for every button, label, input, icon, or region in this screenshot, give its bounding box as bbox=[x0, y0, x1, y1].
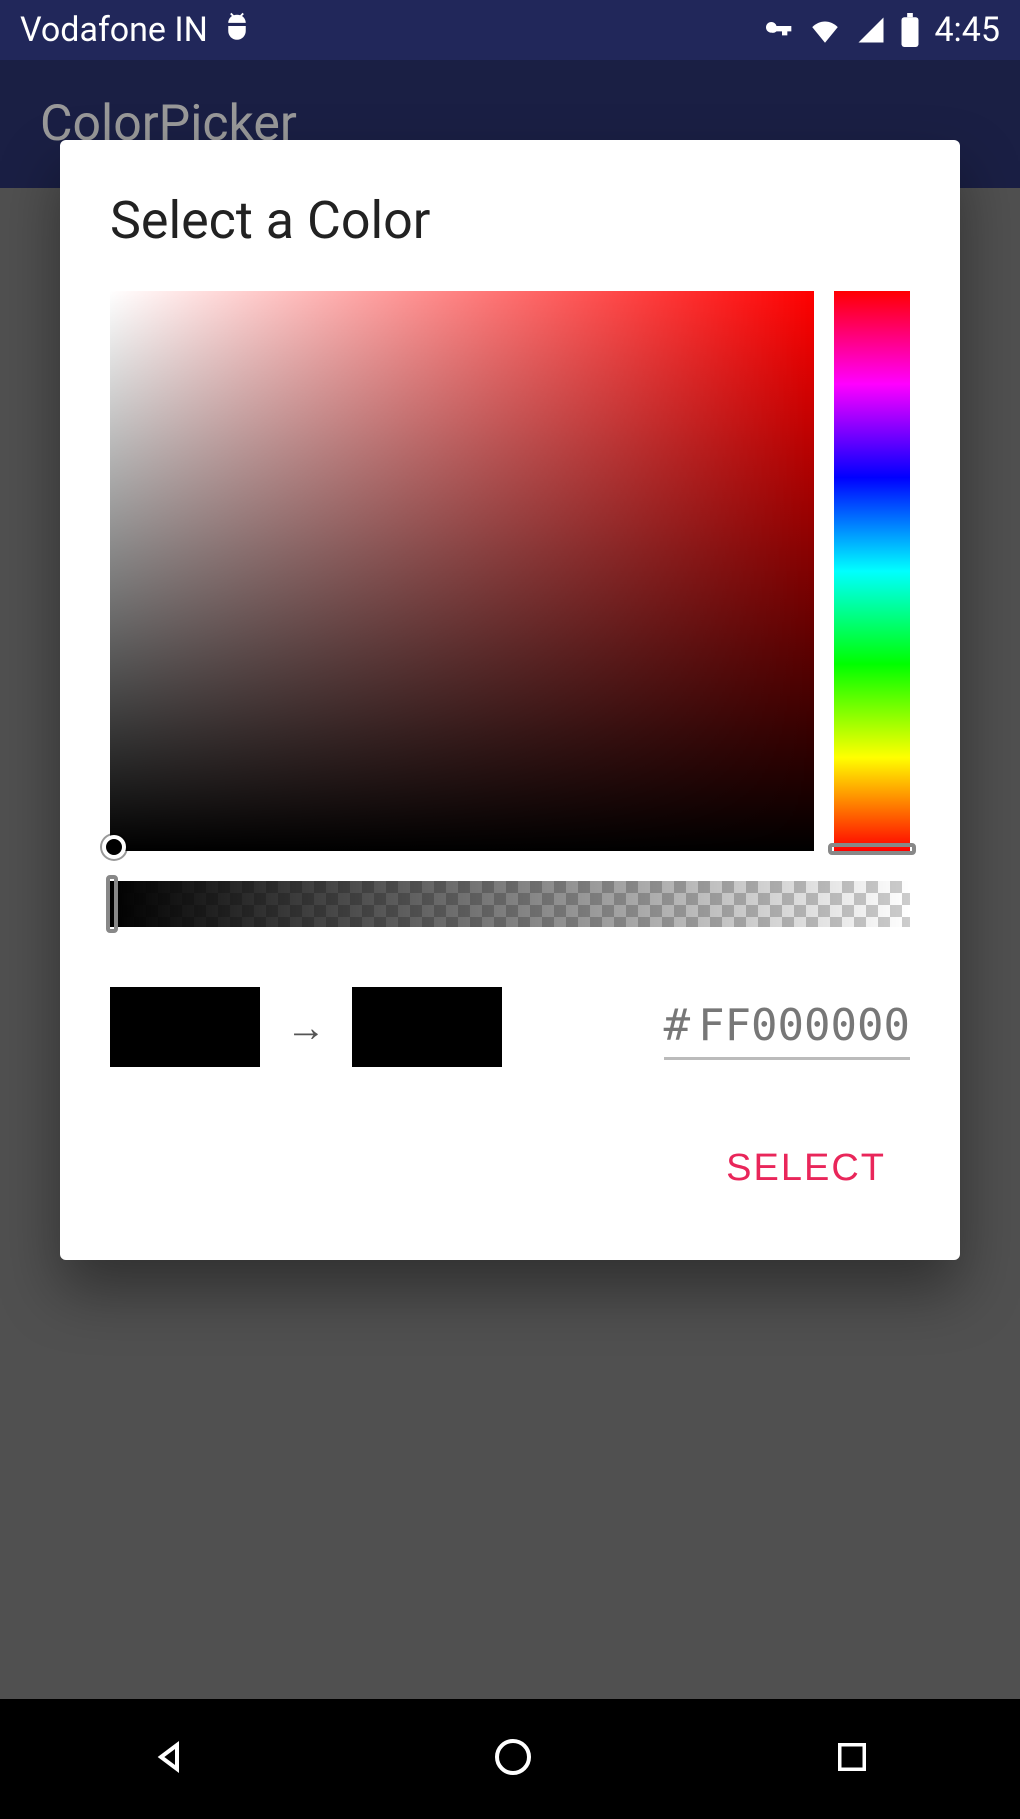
cell-icon bbox=[856, 15, 886, 45]
hue-thumb[interactable] bbox=[828, 843, 916, 855]
alpha-overlay bbox=[110, 881, 910, 927]
new-color-swatch bbox=[352, 987, 502, 1067]
dialog-title: Select a Color bbox=[110, 190, 910, 251]
status-bar: Vodafone IN 4:45 bbox=[0, 0, 1020, 60]
picker-row bbox=[110, 291, 910, 851]
dialog-actions: SELECT bbox=[110, 1127, 910, 1210]
hex-value: FF000000 bbox=[698, 1000, 910, 1051]
carrier-label: Vodafone IN bbox=[20, 10, 208, 50]
key-icon bbox=[762, 14, 794, 46]
preview-row: → #FF000000 bbox=[110, 987, 910, 1067]
old-color-swatch bbox=[110, 987, 260, 1067]
wifi-icon bbox=[808, 13, 842, 47]
saturation-value-panel[interactable] bbox=[110, 291, 814, 851]
color-picker-dialog: Select a Color → #FF000000 SELECT bbox=[60, 140, 960, 1260]
select-button[interactable]: SELECT bbox=[702, 1127, 910, 1210]
status-right: 4:45 bbox=[762, 10, 1000, 50]
clock-label: 4:45 bbox=[934, 10, 1000, 50]
nav-recent-button[interactable] bbox=[831, 1736, 873, 1782]
nav-home-button[interactable] bbox=[489, 1733, 537, 1785]
hue-slider[interactable] bbox=[834, 291, 910, 851]
hex-input[interactable]: #FF000000 bbox=[664, 994, 910, 1060]
adb-icon bbox=[222, 10, 252, 50]
sv-thumb[interactable] bbox=[102, 835, 126, 859]
alpha-slider[interactable] bbox=[110, 881, 910, 927]
battery-icon bbox=[900, 13, 920, 47]
arrow-icon: → bbox=[286, 1004, 326, 1051]
hex-hash: # bbox=[664, 1000, 691, 1051]
nav-back-button[interactable] bbox=[147, 1733, 195, 1785]
alpha-thumb[interactable] bbox=[106, 875, 118, 933]
nav-bar bbox=[0, 1699, 1020, 1819]
status-left: Vodafone IN bbox=[20, 10, 252, 50]
